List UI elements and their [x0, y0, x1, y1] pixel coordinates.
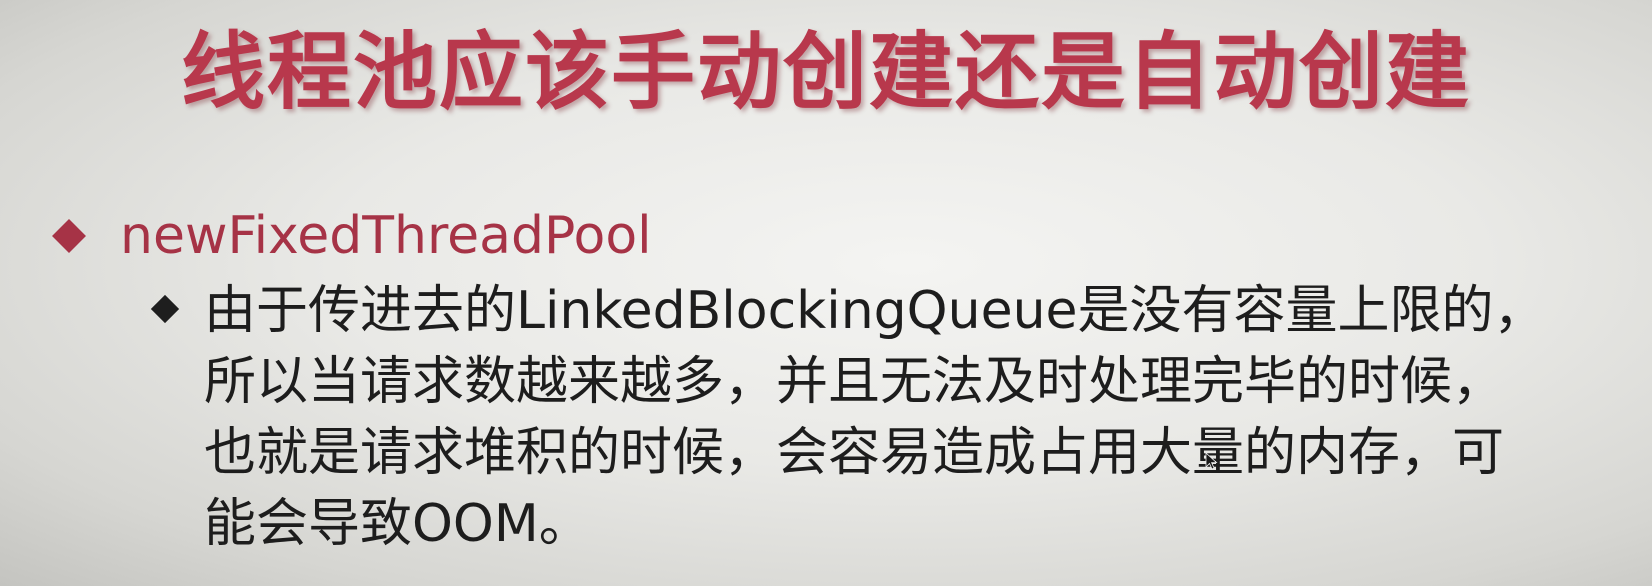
bullet-level2-line: 所以当请求数越来越多，并且无法及时处理完毕的时候， [204, 352, 1505, 412]
bullet-level2-line: 能会导致OOM。 [204, 494, 591, 554]
bullet-level2-line: 由于传进去的LinkedBlockingQueue是没有容量上限的， [204, 281, 1546, 341]
slide-title: 线程池应该手动创建还是自动创建 [180, 23, 1471, 121]
bullet-level2: 由于传进去的LinkedBlockingQueue是没有容量上限的， 所以当请求… [150, 276, 1620, 560]
bullet-level1: newFixedThreadPool [52, 200, 652, 272]
bullet-level2-line: 也就是请求堆积的时候，会容易造成占用大量的内存，可 [204, 423, 1505, 483]
bullet-level2-text: 由于传进去的LinkedBlockingQueue是没有容量上限的， 所以当请求… [204, 276, 1604, 560]
diamond-bullet-icon [52, 219, 86, 253]
presentation-slide: 线程池应该手动创建还是自动创建 newFixedThreadPool 由于传进去… [0, 0, 1652, 586]
mouse-pointer-icon [1205, 452, 1218, 470]
diamond-bullet-icon [150, 294, 180, 324]
bullet-level1-text: newFixedThreadPool [120, 206, 652, 266]
